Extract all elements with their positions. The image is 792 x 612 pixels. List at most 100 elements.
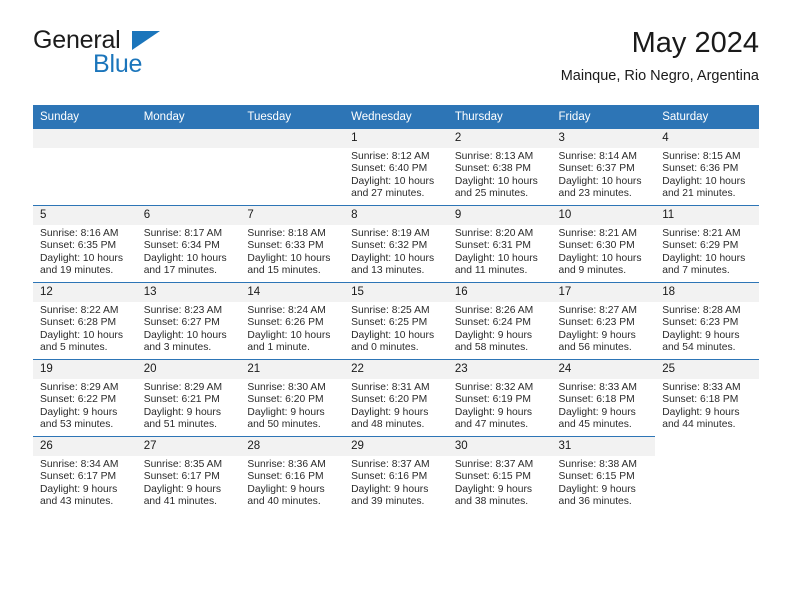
calendar-day-cell[interactable]: 19 Sunrise: 8:29 AM Sunset: 6:22 PM Dayligh… [33, 359, 137, 437]
day-number: 17 [551, 283, 656, 302]
calendar-day-cell[interactable]: 10 Sunrise: 8:21 AM Sunset: 6:30 PM Dayligh… [551, 205, 656, 283]
day-info-line: Sunset: 6:30 PM [558, 240, 635, 252]
day-sun-info: Sunrise: 8:14 AM Sunset: 6:37 PM Daylight:… [552, 148, 656, 201]
day-info-line: Daylight: 9 hours [454, 329, 533, 341]
calendar-day-cell[interactable]: 17 Sunrise: 8:27 AM Sunset: 6:23 PM Dayligh… [551, 282, 656, 360]
day-info-line: and 0 minutes. [351, 342, 419, 354]
day-info-line: Sunrise: 8:17 AM [143, 228, 223, 239]
day-info-line: Daylight: 9 hours [40, 483, 118, 495]
day-number: 10 [551, 206, 656, 225]
day-info-line: Daylight: 9 hours [351, 483, 429, 495]
day-info-line: and 23 minutes. [558, 188, 632, 200]
day-info-line: Daylight: 9 hours [558, 406, 636, 418]
day-info-line: and 58 minutes. [454, 342, 529, 354]
day-info-line: Daylight: 9 hours [662, 406, 740, 418]
calendar-day-cell[interactable]: 24 Sunrise: 8:33 AM Sunset: 6:18 PM Dayligh… [551, 359, 656, 437]
day-info-line: Sunset: 6:36 PM [662, 163, 739, 175]
weekday-header-tuesday: Tuesday [240, 105, 345, 129]
day-number: 28 [240, 437, 345, 456]
calendar-day-cell[interactable]: 9 Sunrise: 8:20 AM Sunset: 6:31 PM Daylight… [447, 205, 552, 283]
day-sun-info: Sunrise: 8:25 AM Sunset: 6:25 PM Daylight:… [344, 302, 448, 355]
calendar-day-cell[interactable]: 15 Sunrise: 8:25 AM Sunset: 6:25 PM Dayligh… [344, 282, 448, 360]
day-info-line: and 54 minutes. [662, 342, 736, 354]
day-info-line: Sunset: 6:19 PM [454, 394, 531, 406]
day-info-line: Sunset: 6:23 PM [662, 317, 739, 329]
day-sun-info: Sunrise: 8:33 AM Sunset: 6:18 PM Daylight:… [552, 379, 656, 432]
calendar-day-cell[interactable]: 5 Sunrise: 8:16 AM Sunset: 6:35 PM Daylight… [33, 205, 137, 283]
day-number: 6 [136, 206, 241, 225]
calendar-week-row: 12 Sunrise: 8:22 AM Sunset: 6:28 PM Dayligh… [33, 282, 759, 360]
day-info-line: and 11 minutes. [454, 265, 528, 277]
day-info-line: and 36 minutes. [558, 496, 632, 508]
day-info-line: Sunrise: 8:35 AM [143, 459, 223, 470]
calendar-day-cell[interactable]: 12 Sunrise: 8:22 AM Sunset: 6:28 PM Dayligh… [33, 282, 137, 360]
calendar-day-cell[interactable]: 3 Sunrise: 8:14 AM Sunset: 6:37 PM Daylight… [551, 129, 656, 206]
calendar-day-cell[interactable]: 29 Sunrise: 8:37 AM Sunset: 6:16 PM Dayligh… [344, 436, 448, 513]
calendar-day-cell-empty [136, 129, 241, 206]
day-number: 3 [551, 129, 656, 148]
weekday-header-friday: Friday [551, 105, 656, 129]
day-sun-info: Sunrise: 8:38 AM Sunset: 6:15 PM Daylight:… [552, 456, 656, 509]
day-sun-info: Sunrise: 8:17 AM Sunset: 6:34 PM Daylight:… [137, 225, 241, 278]
calendar-day-cell[interactable]: 30 Sunrise: 8:37 AM Sunset: 6:15 PM Dayligh… [447, 436, 552, 513]
calendar-day-cell[interactable]: 28 Sunrise: 8:36 AM Sunset: 6:16 PM Dayligh… [240, 436, 345, 513]
day-sun-info: Sunrise: 8:32 AM Sunset: 6:19 PM Daylight:… [448, 379, 552, 432]
day-sun-info: Sunrise: 8:37 AM Sunset: 6:16 PM Daylight:… [344, 456, 448, 509]
day-info-line: and 43 minutes. [40, 496, 114, 508]
day-info-line: and 47 minutes. [454, 419, 529, 431]
day-info-line: Sunset: 6:18 PM [558, 394, 635, 406]
day-info-line: Sunrise: 8:36 AM [247, 459, 326, 470]
day-info-line: Sunset: 6:17 PM [40, 471, 117, 483]
day-number: 7 [240, 206, 345, 225]
day-info-line: Sunset: 6:16 PM [247, 471, 324, 483]
calendar-day-cell[interactable]: 16 Sunrise: 8:26 AM Sunset: 6:24 PM Dayligh… [447, 282, 552, 360]
calendar-day-cell[interactable]: 2 Sunrise: 8:13 AM Sunset: 6:38 PM Daylight… [447, 129, 552, 206]
day-info-line: Sunset: 6:21 PM [143, 394, 220, 406]
calendar-day-cell[interactable]: 22 Sunrise: 8:31 AM Sunset: 6:20 PM Dayligh… [344, 359, 448, 437]
day-sun-info: Sunrise: 8:27 AM Sunset: 6:23 PM Daylight:… [552, 302, 656, 355]
day-info-line: Daylight: 10 hours [143, 252, 227, 264]
day-sun-info: Sunrise: 8:15 AM Sunset: 6:36 PM Daylight:… [655, 148, 759, 201]
day-info-line: Sunrise: 8:37 AM [454, 459, 534, 470]
day-sun-info: Sunrise: 8:37 AM Sunset: 6:15 PM Daylight:… [448, 456, 552, 509]
day-info-line: Sunrise: 8:30 AM [247, 382, 326, 393]
day-info-line: Daylight: 10 hours [454, 175, 538, 187]
day-number: 13 [136, 283, 241, 302]
day-info-line: Sunrise: 8:29 AM [143, 382, 223, 393]
calendar-day-cell[interactable]: 20 Sunrise: 8:29 AM Sunset: 6:21 PM Dayligh… [136, 359, 241, 437]
calendar-day-cell[interactable]: 8 Sunrise: 8:19 AM Sunset: 6:32 PM Daylight… [344, 205, 448, 283]
calendar-day-cell[interactable]: 26 Sunrise: 8:34 AM Sunset: 6:17 PM Dayligh… [33, 436, 137, 513]
calendar-day-cell[interactable]: 18 Sunrise: 8:28 AM Sunset: 6:23 PM Dayligh… [655, 282, 759, 360]
day-info-line: Sunset: 6:15 PM [558, 471, 635, 483]
day-info-line: Daylight: 10 hours [662, 175, 746, 187]
calendar-day-cell[interactable]: 31 Sunrise: 8:38 AM Sunset: 6:15 PM Dayligh… [551, 436, 656, 513]
day-info-line: and 9 minutes. [558, 265, 627, 277]
calendar-day-cell[interactable]: 1 Sunrise: 8:12 AM Sunset: 6:40 PM Daylight… [344, 129, 448, 206]
day-info-line: and 3 minutes. [143, 342, 212, 354]
calendar-day-cell[interactable]: 6 Sunrise: 8:17 AM Sunset: 6:34 PM Daylight… [136, 205, 241, 283]
calendar-day-cell[interactable]: 23 Sunrise: 8:32 AM Sunset: 6:19 PM Dayligh… [447, 359, 552, 437]
calendar-day-cell[interactable]: 14 Sunrise: 8:24 AM Sunset: 6:26 PM Dayligh… [240, 282, 345, 360]
day-info-line: Sunset: 6:26 PM [247, 317, 324, 329]
calendar-day-cell[interactable]: 25 Sunrise: 8:33 AM Sunset: 6:18 PM Dayligh… [655, 359, 759, 437]
day-sun-info: Sunrise: 8:21 AM Sunset: 6:30 PM Daylight:… [552, 225, 656, 278]
day-info-line: Daylight: 9 hours [247, 483, 325, 495]
day-sun-info: Sunrise: 8:12 AM Sunset: 6:40 PM Daylight:… [344, 148, 448, 201]
day-info-line: Sunrise: 8:21 AM [662, 228, 741, 239]
calendar-day-cell[interactable]: 7 Sunrise: 8:18 AM Sunset: 6:33 PM Daylight… [240, 205, 345, 283]
day-sun-info: Sunrise: 8:33 AM Sunset: 6:18 PM Daylight:… [655, 379, 759, 432]
day-info-line: Sunrise: 8:27 AM [558, 305, 637, 316]
day-info-line: and 41 minutes. [143, 496, 217, 508]
calendar-day-cell[interactable]: 13 Sunrise: 8:23 AM Sunset: 6:27 PM Dayligh… [136, 282, 241, 360]
day-info-line: Sunset: 6:32 PM [351, 240, 428, 252]
weekday-header-thursday: Thursday [447, 105, 552, 129]
calendar-day-cell[interactable]: 4 Sunrise: 8:15 AM Sunset: 6:36 PM Daylight… [655, 129, 759, 206]
day-info-line: Sunrise: 8:38 AM [558, 459, 637, 470]
calendar-day-cell[interactable]: 11 Sunrise: 8:21 AM Sunset: 6:29 PM Dayligh… [655, 205, 759, 283]
day-info-line: Daylight: 10 hours [454, 252, 538, 264]
day-sun-info: Sunrise: 8:19 AM Sunset: 6:32 PM Daylight:… [344, 225, 448, 278]
day-info-line: Sunrise: 8:21 AM [558, 228, 637, 239]
calendar-day-cell[interactable]: 21 Sunrise: 8:30 AM Sunset: 6:20 PM Dayligh… [240, 359, 345, 437]
day-info-line: Sunset: 6:40 PM [351, 163, 428, 175]
calendar-day-cell[interactable]: 27 Sunrise: 8:35 AM Sunset: 6:17 PM Dayligh… [136, 436, 241, 513]
